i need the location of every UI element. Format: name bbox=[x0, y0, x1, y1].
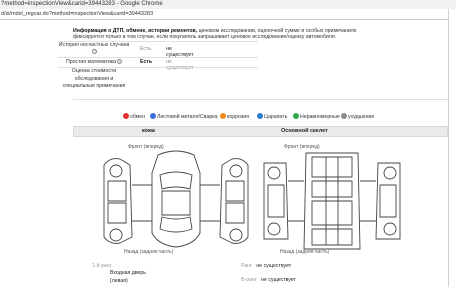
rank-left-value-1: Входная дверь bbox=[110, 270, 146, 276]
help-icon[interactable]: ? bbox=[116, 59, 122, 64]
row-label: Оценка стоимости обследования и специаль… bbox=[62, 68, 126, 89]
legend-exchange: обмен bbox=[123, 112, 145, 121]
corrosion-icon bbox=[220, 112, 226, 119]
rank-left: 1-й ранг bbox=[92, 263, 111, 269]
tab-skeleton[interactable]: Основной скелет bbox=[281, 127, 328, 136]
row-status: Есть bbox=[140, 46, 152, 52]
rank-right-1: Ранг не существует bbox=[241, 263, 292, 269]
window-title: ?method=inspectionView&carid=39443283 - … bbox=[1, 1, 163, 7]
rear-caption-left: Назад (задняя часть) bbox=[124, 249, 174, 255]
row-label: Простая математика? bbox=[66, 59, 122, 65]
legend-scratch: Царапать bbox=[257, 112, 287, 121]
rear-caption-right: Назад (задняя часть) bbox=[280, 249, 330, 255]
welding-icon bbox=[150, 112, 156, 119]
legend-uneven: Неравномерные bbox=[293, 112, 340, 121]
help-icon[interactable]: ? bbox=[92, 48, 97, 54]
tab-skin[interactable]: кожа bbox=[142, 127, 155, 136]
info-text: Информация о ДТП, обмене, истории ремонт… bbox=[73, 28, 383, 41]
info-bold: Информация о ДТП, обмене, истории ремонт… bbox=[73, 28, 198, 34]
row-label: История несчастных случаев? bbox=[58, 42, 130, 54]
row-divider bbox=[58, 57, 258, 58]
car-skeleton-diagram bbox=[263, 152, 401, 250]
legend-deterioration: ухудшение bbox=[341, 112, 374, 121]
legend-corrosion: коррозия bbox=[220, 112, 249, 121]
exchange-icon bbox=[123, 112, 129, 119]
rank-left-value-2: (левая) bbox=[110, 278, 128, 284]
address-url[interactable]: d/is/mdsl_regcar.do?method=inspectionVie… bbox=[1, 9, 153, 20]
rank-right-2: В-ранг не существует bbox=[241, 277, 296, 283]
uneven-icon bbox=[293, 112, 299, 119]
car-skin-diagram bbox=[103, 150, 249, 248]
row-value: не существует bbox=[166, 59, 194, 71]
rank-key: 1-й ранг bbox=[92, 263, 112, 269]
page-scrollbar[interactable] bbox=[448, 9, 456, 287]
diagram-header: кожа Основной скелет bbox=[73, 126, 448, 137]
scratch-icon bbox=[257, 112, 263, 119]
window-titlebar: ?method=inspectionView&carid=39443283 - … bbox=[0, 0, 456, 9]
section-divider bbox=[73, 99, 448, 100]
deterioration-icon bbox=[341, 112, 347, 119]
address-bar[interactable]: d/is/mdsl_regcar.do?method=inspectionVie… bbox=[0, 9, 456, 20]
row-status: Есть bbox=[140, 59, 153, 65]
legend-welding: Листовой металл/Сварка bbox=[150, 112, 217, 121]
